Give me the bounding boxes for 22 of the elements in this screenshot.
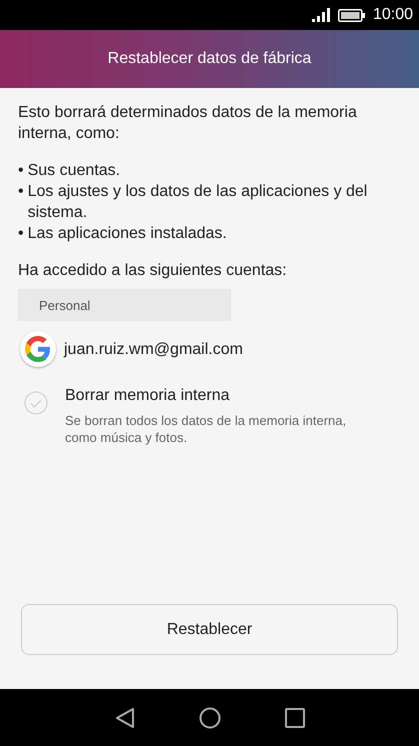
bullet-marker: •	[18, 182, 24, 202]
bullet-marker: •	[18, 224, 24, 244]
bullet-text: Los ajustes y los datos de las aplicaciones y del sistema.	[28, 182, 368, 223]
intro-text: Esto borrará determinados datos de la memoria interna, como:	[18, 103, 358, 144]
signal-icon	[312, 8, 330, 22]
bullet-text: Sus cuentas.	[28, 161, 120, 181]
accounts-heading: Ha accedido a las siguientes cuentas:	[18, 261, 288, 281]
section-header: Personal	[18, 289, 231, 321]
back-icon[interactable]	[114, 706, 134, 728]
bullet-marker: •	[18, 161, 24, 181]
home-icon[interactable]	[198, 706, 220, 728]
google-logo-icon	[20, 331, 56, 367]
option-title: Borrar memoria interna	[65, 386, 230, 406]
reset-button[interactable]: Restablecer	[21, 604, 398, 655]
recents-icon[interactable]	[284, 708, 304, 728]
account-email: juan.ruiz.wm@gmail.com	[64, 340, 243, 360]
option-description: Se borran todos los datos de la memoria interna, como música y fotos.	[65, 412, 348, 446]
bullet-text: Las aplicaciones instaladas.	[28, 224, 227, 244]
checkbox[interactable]	[24, 391, 48, 415]
battery-icon	[338, 8, 365, 22]
screen-title: Restablecer datos de fábrica	[108, 50, 312, 68]
status-time: 10:00	[372, 6, 413, 24]
